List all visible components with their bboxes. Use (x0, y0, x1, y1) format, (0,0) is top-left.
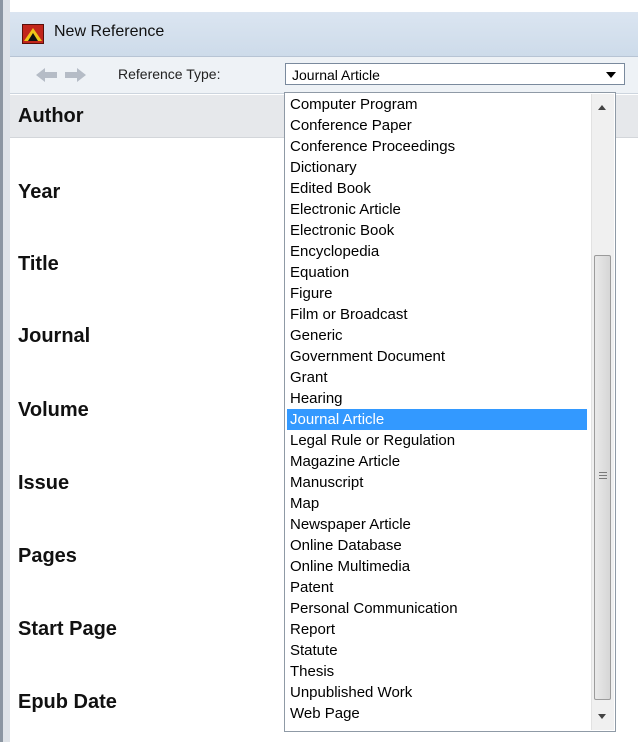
field-label-author: Author (18, 105, 84, 127)
dropdown-item[interactable]: Encyclopedia (287, 241, 587, 262)
dropdown-item[interactable]: Government Document (287, 346, 587, 367)
field-label-pages: Pages (18, 545, 77, 567)
grip-line-icon (599, 478, 607, 479)
back-arrow-icon[interactable] (36, 67, 58, 83)
dropdown-item[interactable]: Patent (287, 577, 587, 598)
field-label-start-page: Start Page (18, 618, 117, 640)
window-left-border (0, 0, 10, 742)
dropdown-item[interactable]: Computer Program (287, 94, 587, 115)
forward-arrow-icon[interactable] (64, 67, 86, 83)
dropdown-item[interactable]: Newspaper Article (287, 514, 587, 535)
grip-line-icon (599, 472, 607, 473)
field-label-epub-date: Epub Date (18, 691, 117, 713)
reference-type-dropdown-list[interactable]: Computer Program Conference Paper Conferen… (284, 92, 616, 732)
field-label-title: Title (18, 253, 59, 275)
window-titlebar: New Reference (10, 12, 638, 57)
dropdown-item[interactable]: Online Database (287, 535, 587, 556)
dropdown-item[interactable]: Equation (287, 262, 587, 283)
dropdown-item[interactable]: Magazine Article (287, 451, 587, 472)
dropdown-item[interactable]: Electronic Book (287, 220, 587, 241)
dropdown-item[interactable]: Conference Paper (287, 115, 587, 136)
field-label-issue: Issue (18, 472, 70, 494)
dropdown-item[interactable]: Film or Broadcast (287, 304, 587, 325)
reference-type-select[interactable]: Journal Article (285, 63, 625, 85)
dropdown-item[interactable]: Electronic Article (287, 199, 587, 220)
dropdown-item[interactable]: Personal Communication (287, 598, 587, 619)
scrollbar-thumb[interactable] (594, 255, 611, 700)
dropdown-item[interactable]: Figure (287, 283, 587, 304)
scroll-up-arrow-icon[interactable] (598, 105, 606, 110)
dropdown-item[interactable]: Manuscript (287, 472, 587, 493)
dropdown-item[interactable]: Edited Book (287, 178, 587, 199)
dropdown-item[interactable]: Generic (287, 325, 587, 346)
dropdown-item[interactable]: Statute (287, 640, 587, 661)
field-label-volume: Volume (18, 399, 89, 421)
reference-type-label: Reference Type: (118, 66, 221, 82)
dropdown-item[interactable]: Thesis (287, 661, 587, 682)
dropdown-item[interactable]: Report (287, 619, 587, 640)
dropdown-item[interactable]: Dictionary (287, 157, 587, 178)
chevron-down-icon[interactable] (606, 72, 616, 78)
dropdown-item[interactable]: Web Page (287, 703, 587, 724)
dropdown-item[interactable]: Conference Proceedings (287, 136, 587, 157)
reference-type-value: Journal Article (292, 67, 380, 83)
grip-line-icon (599, 475, 607, 476)
dropdown-item[interactable]: Unpublished Work (287, 682, 587, 703)
scroll-down-arrow-icon[interactable] (598, 714, 606, 719)
dropdown-item[interactable]: Legal Rule or Regulation (287, 430, 587, 451)
app-icon (22, 24, 44, 44)
dropdown-scrollbar[interactable] (591, 94, 614, 730)
left-border-shadow (0, 0, 3, 742)
window-title: New Reference (54, 23, 165, 40)
dropdown-item[interactable]: Hearing (287, 388, 587, 409)
dropdown-item[interactable]: Journal Article (287, 409, 587, 430)
dropdown-item[interactable]: Grant (287, 367, 587, 388)
toolbar: Reference Type: Journal Article (10, 57, 638, 94)
dropdown-item[interactable]: Online Multimedia (287, 556, 587, 577)
dropdown-item[interactable]: Map (287, 493, 587, 514)
field-label-journal: Journal (18, 325, 91, 347)
field-label-year: Year (18, 181, 61, 203)
